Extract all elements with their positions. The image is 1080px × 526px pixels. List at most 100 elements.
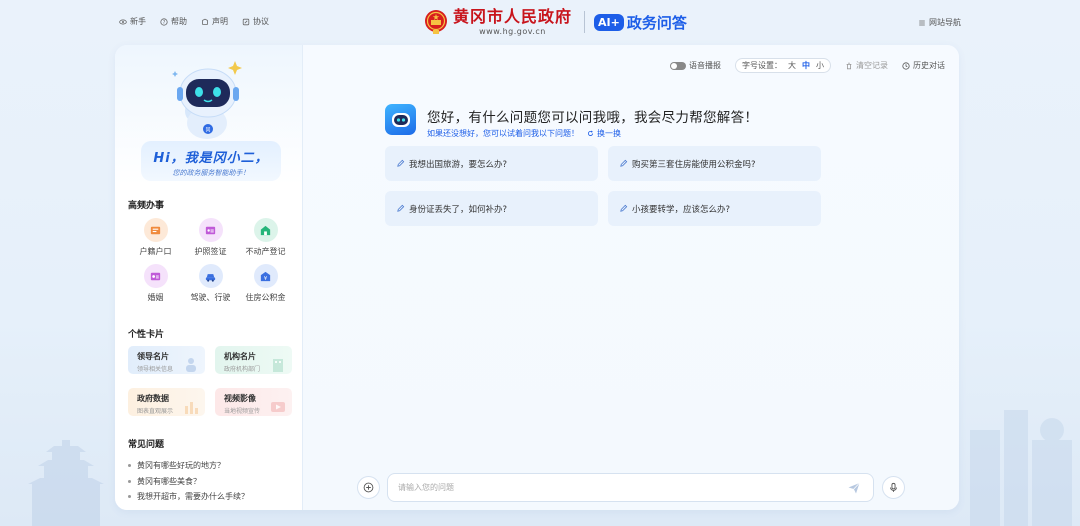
bullet-icon: [128, 479, 131, 483]
refresh-button[interactable]: 换一换: [587, 128, 621, 139]
voice-toggle[interactable]: 语音播报: [670, 60, 721, 71]
robot-face-icon: [391, 112, 410, 127]
video-icon: [271, 402, 285, 412]
site-nav-label: 网站导航: [929, 18, 961, 27]
faq-title: 常见问题: [128, 440, 165, 450]
top-links: 新手 ? 帮助 声明 协议: [119, 16, 269, 27]
bar-chart-icon: [185, 402, 198, 414]
trash-icon: [846, 62, 852, 69]
help-link[interactable]: ? 帮助: [160, 16, 187, 27]
property-icon: [253, 218, 278, 242]
welcome-text: 您好，有什么问题您可以问我哦，我会尽力帮您解答！ 如果还没想好，您可以试着问我以…: [427, 104, 758, 139]
national-emblem-icon: [425, 10, 447, 34]
service-label: 住房公积金: [245, 293, 286, 302]
gov-title-block: 黄冈市人民政府 www.hg.gov.cn: [453, 7, 573, 37]
faq-text: 黄冈有哪些美食？: [137, 476, 201, 486]
agreement-label: 协议: [253, 17, 269, 26]
services-grid: 户籍户口 护照签证 不动产登记 婚姻 驾驶、行驶 ¥ 住房公积金: [128, 218, 293, 303]
newbie-link[interactable]: 新手: [119, 16, 146, 27]
service-marriage[interactable]: 婚姻: [128, 264, 183, 303]
welcome-hint-row: 如果还没想好，您可以试着问我以下问题！ 换一换: [427, 128, 758, 139]
service-label: 不动产登记: [245, 247, 286, 256]
menu-icon: [919, 20, 925, 25]
service-label: 婚姻: [147, 293, 164, 302]
clear-label: 清空记录: [856, 61, 888, 70]
question-input-wrap: [387, 473, 874, 502]
font-size-label: 字号设置：: [742, 61, 782, 70]
question-text: 小孩要转学，应该怎么办?: [632, 204, 731, 215]
cards-title: 个性卡片: [128, 330, 165, 340]
refresh-icon: [587, 130, 594, 137]
cards-grid: 领导名片 领导相关信息 机构名片 政府机构部门 政府数据 图表直观展示 视频影像…: [128, 346, 292, 416]
sidebar: 冈 Hi，我是冈小二， 您的政务服务智能助手！ 高频办事 户籍户口 护照签证 不…: [115, 45, 303, 510]
suggested-question[interactable]: 身份证丢失了，如何补办?: [385, 191, 598, 226]
history-button[interactable]: 历史对话: [902, 60, 945, 71]
marriage-icon: [143, 264, 168, 288]
card-organization[interactable]: 机构名片 政府机构部门: [215, 346, 292, 374]
city-silhouette: [970, 410, 1072, 526]
site-nav-link[interactable]: 网站导航: [918, 17, 961, 28]
microphone-icon: [890, 482, 897, 492]
car-icon: [198, 264, 223, 288]
agreement-link[interactable]: 协议: [242, 16, 269, 27]
building-icon: [273, 359, 283, 372]
pencil-icon: [397, 159, 405, 167]
service-property[interactable]: 不动产登记: [238, 218, 293, 257]
service-driving[interactable]: 驾驶、行驶: [183, 264, 238, 303]
person-icon: [186, 358, 196, 372]
services-title: 高频办事: [128, 201, 165, 211]
attach-button[interactable]: [357, 476, 380, 499]
font-size-small[interactable]: 小: [816, 60, 824, 71]
send-icon[interactable]: [847, 481, 861, 495]
suggested-question[interactable]: 小孩要转学，应该怎么办?: [608, 191, 821, 226]
question-input[interactable]: [398, 483, 847, 492]
housing-fund-icon: ¥: [253, 264, 278, 288]
passport-icon: [198, 218, 223, 242]
font-size-setting: 字号设置： 大 中 小: [735, 58, 831, 73]
gov-title: 黄冈市人民政府: [453, 7, 573, 26]
history-label: 历史对话: [913, 61, 945, 70]
voice-label: 语音播报: [689, 61, 721, 70]
clear-history-button[interactable]: 清空记录: [845, 60, 888, 71]
eye-icon: [119, 19, 127, 24]
service-label: 户籍户口: [139, 247, 172, 256]
gov-url: www.hg.gov.cn: [479, 27, 546, 36]
service-housing-fund[interactable]: ¥ 住房公积金: [238, 264, 293, 303]
greeting-subtitle: 您的政务服务智能助手！: [172, 169, 250, 177]
pagoda-silhouette: [28, 440, 104, 526]
chat-area: 语音播报 字号设置： 大 中 小 清空记录 历史对话 您好，有什么问题您可以问我…: [303, 45, 959, 510]
service-label: 驾驶、行驶: [190, 293, 231, 302]
suggested-question[interactable]: 我想出国旅游，要怎么办?: [385, 146, 598, 181]
ai-logo: AI+ 政务问答: [594, 12, 687, 33]
robot-mascot-icon: 冈: [172, 61, 242, 139]
voice-input-button[interactable]: [882, 476, 905, 499]
font-size-medium[interactable]: 中: [802, 60, 810, 71]
service-passport[interactable]: 护照签证: [183, 218, 238, 257]
greeting-card: Hi，我是冈小二， 您的政务服务智能助手！: [141, 141, 281, 181]
statement-link[interactable]: 声明: [201, 16, 228, 27]
welcome-message: 您好，有什么问题您可以问我哦，我会尽力帮您解答！ 如果还没想好，您可以试着问我以…: [385, 104, 758, 139]
help-icon: ?: [160, 17, 168, 25]
question-text: 身份证丢失了，如何补办?: [409, 204, 508, 215]
statement-label: 声明: [212, 17, 228, 26]
top-bar: 新手 ? 帮助 声明 协议 黄冈市人民政府 www.hg.gov.cn AI+ …: [0, 0, 1080, 44]
pencil-icon: [620, 204, 628, 212]
faq-text: 黄冈有哪些好玩的地方？: [137, 461, 225, 471]
faq-item[interactable]: 黄冈有哪些美食？: [128, 474, 298, 490]
input-bar: [357, 473, 905, 502]
service-household[interactable]: 户籍户口: [128, 218, 183, 257]
bot-avatar: [385, 104, 416, 135]
clock-icon: [902, 61, 910, 70]
faq-list: 黄冈有哪些好玩的地方？ 黄冈有哪些美食？ 我想开超市，需要办什么手续？: [128, 458, 298, 505]
card-video[interactable]: 视频影像 当地视频宣传: [215, 388, 292, 416]
font-size-large[interactable]: 大: [788, 60, 796, 71]
suggested-questions: 我想出国旅游，要怎么办? 购买第三套住房能使用公积金吗? 身份证丢失了，如何补办…: [385, 146, 821, 226]
question-text: 购买第三套住房能使用公积金吗?: [632, 159, 756, 170]
faq-item[interactable]: 我想开超市，需要办什么手续？: [128, 489, 298, 505]
help-label: 帮助: [171, 17, 187, 26]
faq-item[interactable]: 黄冈有哪些好玩的地方？: [128, 458, 298, 474]
suggested-question[interactable]: 购买第三套住房能使用公积金吗?: [608, 146, 821, 181]
card-leader[interactable]: 领导名片 领导相关信息: [128, 346, 205, 374]
card-gov-data[interactable]: 政府数据 图表直观展示: [128, 388, 205, 416]
household-register-icon: [143, 218, 168, 242]
